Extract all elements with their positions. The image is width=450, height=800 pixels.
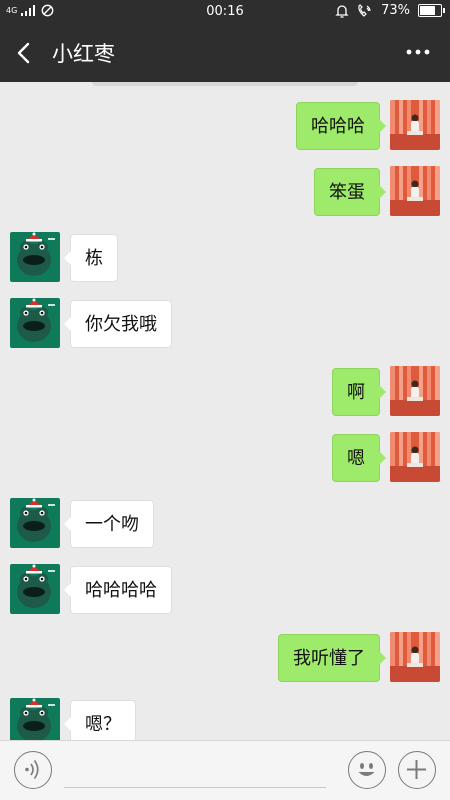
user-avatar[interactable] xyxy=(390,166,440,216)
message-bubble[interactable]: 嗯 xyxy=(332,434,386,482)
chat-header: 小红枣 xyxy=(0,24,450,82)
user-avatar[interactable] xyxy=(390,366,440,416)
battery-icon xyxy=(418,4,445,17)
emoji-button[interactable] xyxy=(348,751,386,789)
contact-avatar[interactable] xyxy=(10,298,60,348)
ellipsis-icon xyxy=(406,49,430,55)
message-row: 笨蛋 xyxy=(0,166,450,218)
message-bubble[interactable]: 哈哈哈 xyxy=(296,102,386,150)
message-row: 嗯 xyxy=(0,432,450,484)
message-row: 哈哈哈哈 xyxy=(0,564,450,616)
message-bubble[interactable]: 我听懂了 xyxy=(278,634,386,682)
input-toolbar xyxy=(0,740,450,800)
contact-avatar[interactable] xyxy=(10,232,60,282)
call-icon xyxy=(358,3,371,17)
message-bubble[interactable]: 啊 xyxy=(332,368,386,416)
message-row: 我听懂了 xyxy=(0,632,450,684)
status-bar: 4G 00:16 73% xyxy=(0,0,450,24)
contact-avatar[interactable] xyxy=(10,564,60,614)
message-row: 栋 xyxy=(0,232,450,284)
more-button[interactable] xyxy=(402,34,434,70)
text-input[interactable] xyxy=(64,787,326,788)
message-bubble[interactable]: 笨蛋 xyxy=(314,168,386,216)
contact-avatar[interactable] xyxy=(10,498,60,548)
message-row: 啊 xyxy=(0,366,450,418)
scroll-indicator xyxy=(92,82,358,86)
chevron-left-icon xyxy=(17,42,30,64)
message-row: 你欠我哦 xyxy=(0,298,450,350)
chat-messages[interactable]: 哈哈哈 笨蛋 栋 你欠我哦 啊 嗯 一个吻 哈哈哈哈 我听懂了 嗯？ xyxy=(0,88,450,740)
message-bubble[interactable]: 栋 xyxy=(64,234,118,282)
voice-button[interactable] xyxy=(14,751,52,789)
message-row: 嗯？ xyxy=(0,698,450,740)
alarm-icon xyxy=(335,4,349,18)
plus-icon xyxy=(407,760,426,779)
message-bubble[interactable]: 一个吻 xyxy=(64,500,154,548)
chat-title: 小红枣 xyxy=(52,42,115,66)
message-bubble[interactable]: 哈哈哈哈 xyxy=(64,566,172,614)
user-avatar[interactable] xyxy=(390,432,440,482)
back-button[interactable] xyxy=(8,33,44,73)
user-avatar[interactable] xyxy=(390,632,440,682)
more-functions-button[interactable] xyxy=(398,751,436,789)
contact-avatar[interactable] xyxy=(10,698,60,740)
message-row: 哈哈哈 xyxy=(0,100,450,152)
message-row: 一个吻 xyxy=(0,498,450,550)
status-right: 73% xyxy=(335,3,445,18)
battery-percent: 73% xyxy=(381,3,410,18)
voice-icon xyxy=(25,760,39,779)
user-avatar[interactable] xyxy=(390,100,440,150)
message-bubble[interactable]: 你欠我哦 xyxy=(64,300,172,348)
smiley-icon xyxy=(358,763,375,776)
message-bubble[interactable]: 嗯？ xyxy=(64,700,136,740)
